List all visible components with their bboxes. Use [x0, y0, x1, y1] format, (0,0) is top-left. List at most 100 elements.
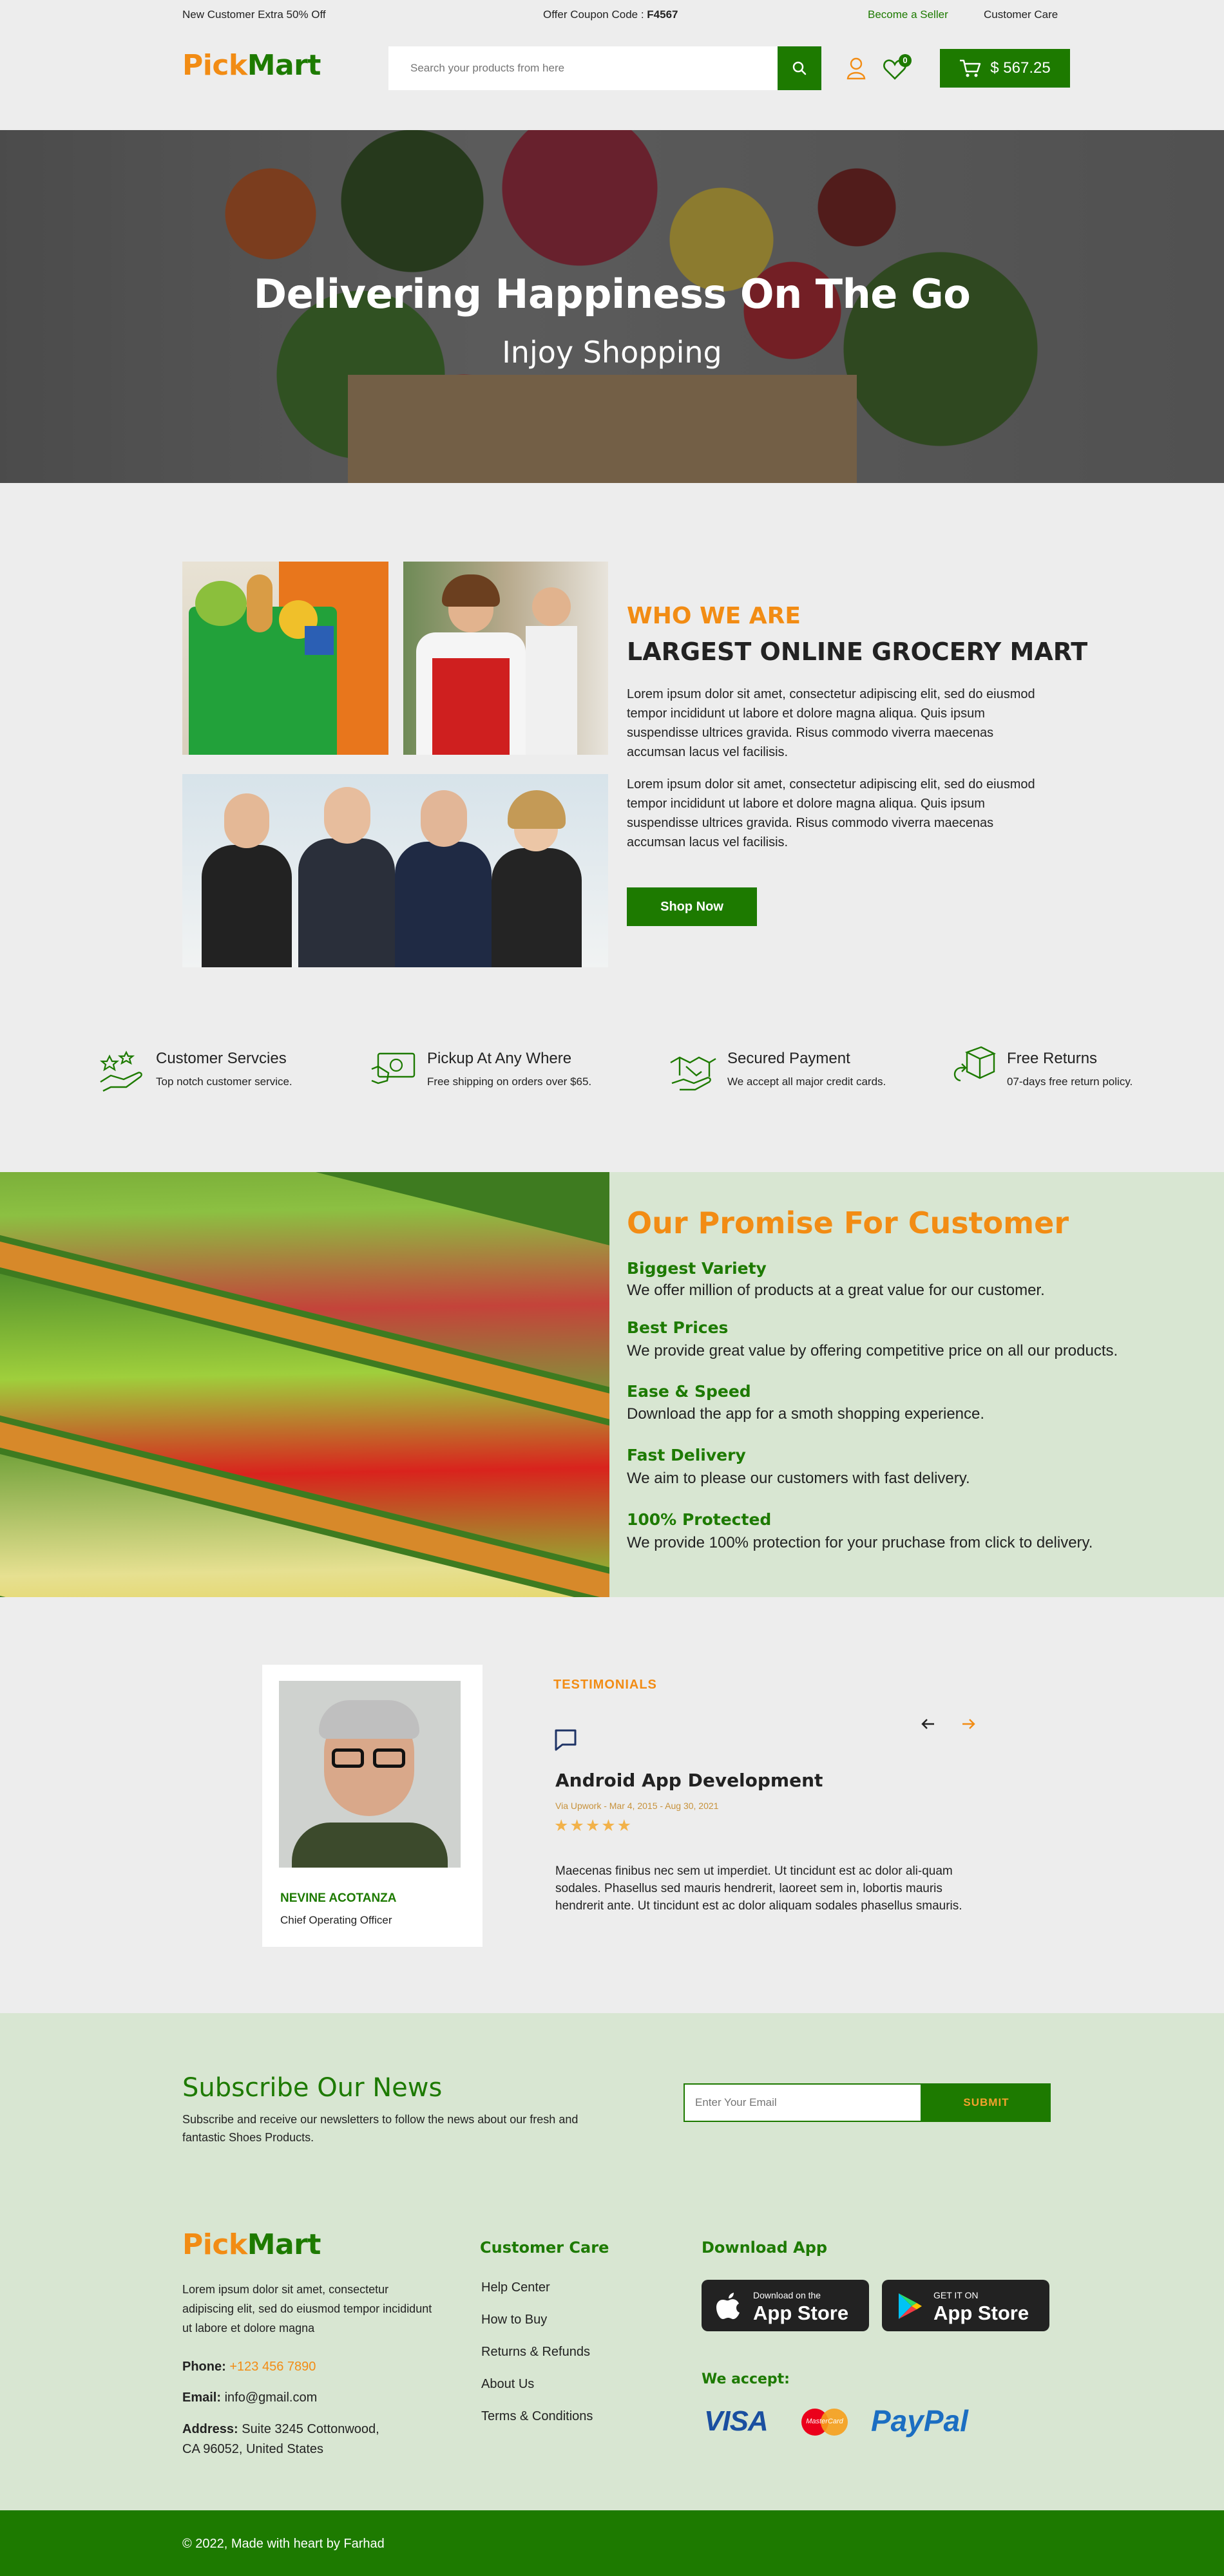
app-store-button[interactable]: Download on the App Store — [702, 2280, 869, 2331]
account-button[interactable] — [846, 57, 866, 80]
download-app-heading: Download App — [702, 2239, 828, 2257]
promise-heading: Biggest Variety — [627, 1259, 767, 1278]
hero-title: Delivering Happiness On The Go — [253, 270, 971, 317]
footer-link-how-to-buy[interactable]: How to Buy — [481, 2313, 547, 2327]
copyright-text: © 2022, Made with heart by Farhad — [182, 2537, 385, 2551]
cart-icon — [960, 59, 981, 77]
apple-icon — [716, 2293, 740, 2320]
arrow-left-icon — [921, 1719, 934, 1729]
search-input[interactable] — [388, 46, 778, 90]
customer-care-heading: Customer Care — [480, 2239, 609, 2257]
subscribe-input-box — [684, 2083, 922, 2122]
email-link[interactable]: info@gmail.com — [225, 2391, 318, 2405]
photo-grocery-bag — [182, 562, 388, 755]
hero-subtitle: Injoy Shopping — [502, 335, 722, 370]
coupon-text: Offer Coupon Code : F4567 — [543, 8, 678, 21]
rating-stars: ★★★★★ — [554, 1817, 633, 1835]
footer-logo[interactable]: PickMart — [182, 2228, 321, 2261]
google-play-icon — [899, 2293, 922, 2319]
about-paragraph-1: Lorem ipsum dolor sit amet, consectetur … — [627, 687, 1035, 759]
feature-free-returns: Free Returns 07-days free return policy. — [949, 1043, 1162, 1095]
testimonial-title: Android App Development — [555, 1770, 823, 1791]
promo-text: New Customer Extra 50% Off — [182, 8, 326, 21]
promise-heading: Ease & Speed — [627, 1382, 751, 1401]
testimonial-body: Maecenas finibus nec sem ut imperdiet. U… — [555, 1864, 962, 1913]
wishlist-count-badge: 0 — [899, 54, 912, 67]
become-seller-link[interactable]: Become a Seller — [868, 8, 948, 21]
footer-address-line2: CA 96052, United States — [182, 2442, 324, 2456]
shop-now-button[interactable]: Shop Now — [627, 887, 757, 926]
next-arrow-button[interactable] — [959, 1714, 978, 1734]
chat-bubble-icon — [555, 1729, 577, 1751]
paypal-logo: PayPal — [871, 2404, 968, 2438]
footer-about-text: Lorem ipsum dolor sit amet, consectetur … — [182, 2283, 432, 2334]
testimonial-meta: Via Upwork - Mar 4, 2015 - Aug 30, 2021 — [555, 1801, 719, 1811]
testimonial-avatar — [279, 1681, 461, 1868]
site-header: PickMart 0 $ 567.25 — [0, 30, 1224, 130]
visa-logo: VISA — [704, 2405, 769, 2437]
promise-text: We offer million of products at a great … — [627, 1282, 1045, 1299]
subscribe-title: Subscribe Our News — [182, 2073, 443, 2103]
wishlist-button[interactable]: 0 — [882, 54, 912, 81]
feature-pickup: Pickup At Any Where Free shipping on ord… — [369, 1043, 627, 1095]
handshake-icon — [670, 1056, 716, 1091]
submit-button[interactable]: SUBMIT — [922, 2083, 1051, 2122]
photo-team — [182, 774, 608, 967]
about-paragraph-2: Lorem ipsum dolor sit amet, consectetur … — [627, 777, 1035, 849]
footer-link-returns[interactable]: Returns & Refunds — [481, 2345, 590, 2360]
coupon-code: F4567 — [647, 8, 678, 21]
footer-link-help-center[interactable]: Help Center — [481, 2280, 550, 2295]
search-icon — [792, 61, 807, 75]
feature-title: Secured Payment — [727, 1050, 850, 1067]
feature-title: Customer Servcies — [156, 1050, 287, 1067]
footer-link-terms[interactable]: Terms & Conditions — [481, 2409, 593, 2424]
arrow-right-icon — [962, 1719, 975, 1729]
feature-customer-service: Customer Servcies Top notch customer ser… — [98, 1043, 317, 1095]
feature-text: Free shipping on orders over $65. — [427, 1075, 592, 1088]
customer-care-link[interactable]: Customer Care — [984, 8, 1058, 21]
about-title: LARGEST ONLINE GROCERY MART — [627, 638, 1088, 666]
top-bar: New Customer Extra 50% Off Offer Coupon … — [0, 0, 1224, 30]
promise-text: We provide 100% protection for your pruc… — [627, 1534, 1093, 1551]
feature-title: Free Returns — [1007, 1050, 1098, 1067]
hero-banner: Delivering Happiness On The Go Injoy Sho… — [0, 130, 1224, 483]
promise-text: Download the app for a smoth shopping ex… — [627, 1405, 985, 1423]
vegetable-shelf-image — [0, 1172, 609, 1597]
testimonial-role: Chief Operating Officer — [280, 1914, 392, 1926]
promise-text: We aim to please our customers with fast… — [627, 1470, 970, 1487]
promise-heading: 100% Protected — [627, 1510, 772, 1529]
search-box — [388, 46, 778, 90]
promise-title: Our Promise For Customer — [627, 1206, 1069, 1240]
cart-total: $ 567.25 — [990, 59, 1051, 77]
prev-arrow-button[interactable] — [919, 1714, 938, 1734]
cash-icon — [371, 1052, 416, 1084]
email-field[interactable] — [685, 2085, 921, 2121]
photo-shop-assistant — [403, 562, 608, 755]
user-icon — [846, 57, 866, 80]
cart-button[interactable]: $ 567.25 — [940, 49, 1070, 88]
promise-text: We provide great value by offering compe… — [627, 1342, 1118, 1359]
google-play-button[interactable]: GET IT ON App Store — [882, 2280, 1049, 2331]
footer-email: Email: info@gmail.com — [182, 2391, 318, 2405]
testimonials-label: TESTIMONIALS — [553, 1678, 657, 1692]
subscribe-text: Subscribe and receive our newsletters to… — [182, 2113, 579, 2144]
mastercard-logo: MasterCard — [799, 2406, 850, 2438]
promise-heading: Best Prices — [627, 1318, 729, 1337]
phone-link[interactable]: +123 456 7890 — [229, 2360, 316, 2374]
testimonial-name: NEVINE ACOTANZA — [280, 1891, 397, 1905]
return-box-icon — [953, 1046, 997, 1082]
search-button[interactable] — [778, 46, 821, 90]
footer-link-about-us[interactable]: About Us — [481, 2377, 534, 2392]
feature-text: We accept all major credit cards. — [727, 1075, 886, 1088]
promise-heading: Fast Delivery — [627, 1446, 746, 1464]
feature-secured-payment: Secured Payment We accept all major cred… — [668, 1043, 926, 1095]
feature-title: Pickup At Any Where — [427, 1050, 572, 1067]
hand-stars-icon — [99, 1050, 142, 1092]
feature-text: Top notch customer service. — [156, 1075, 292, 1088]
about-kicker: WHO WE ARE — [627, 603, 801, 629]
footer-address: Address: Suite 3245 Cottonwood, — [182, 2422, 379, 2436]
footer-phone: Phone: +123 456 7890 — [182, 2360, 316, 2374]
feature-text: 07-days free return policy. — [1007, 1075, 1133, 1088]
logo[interactable]: PickMart — [182, 49, 321, 82]
we-accept-heading: We accept: — [702, 2371, 790, 2387]
